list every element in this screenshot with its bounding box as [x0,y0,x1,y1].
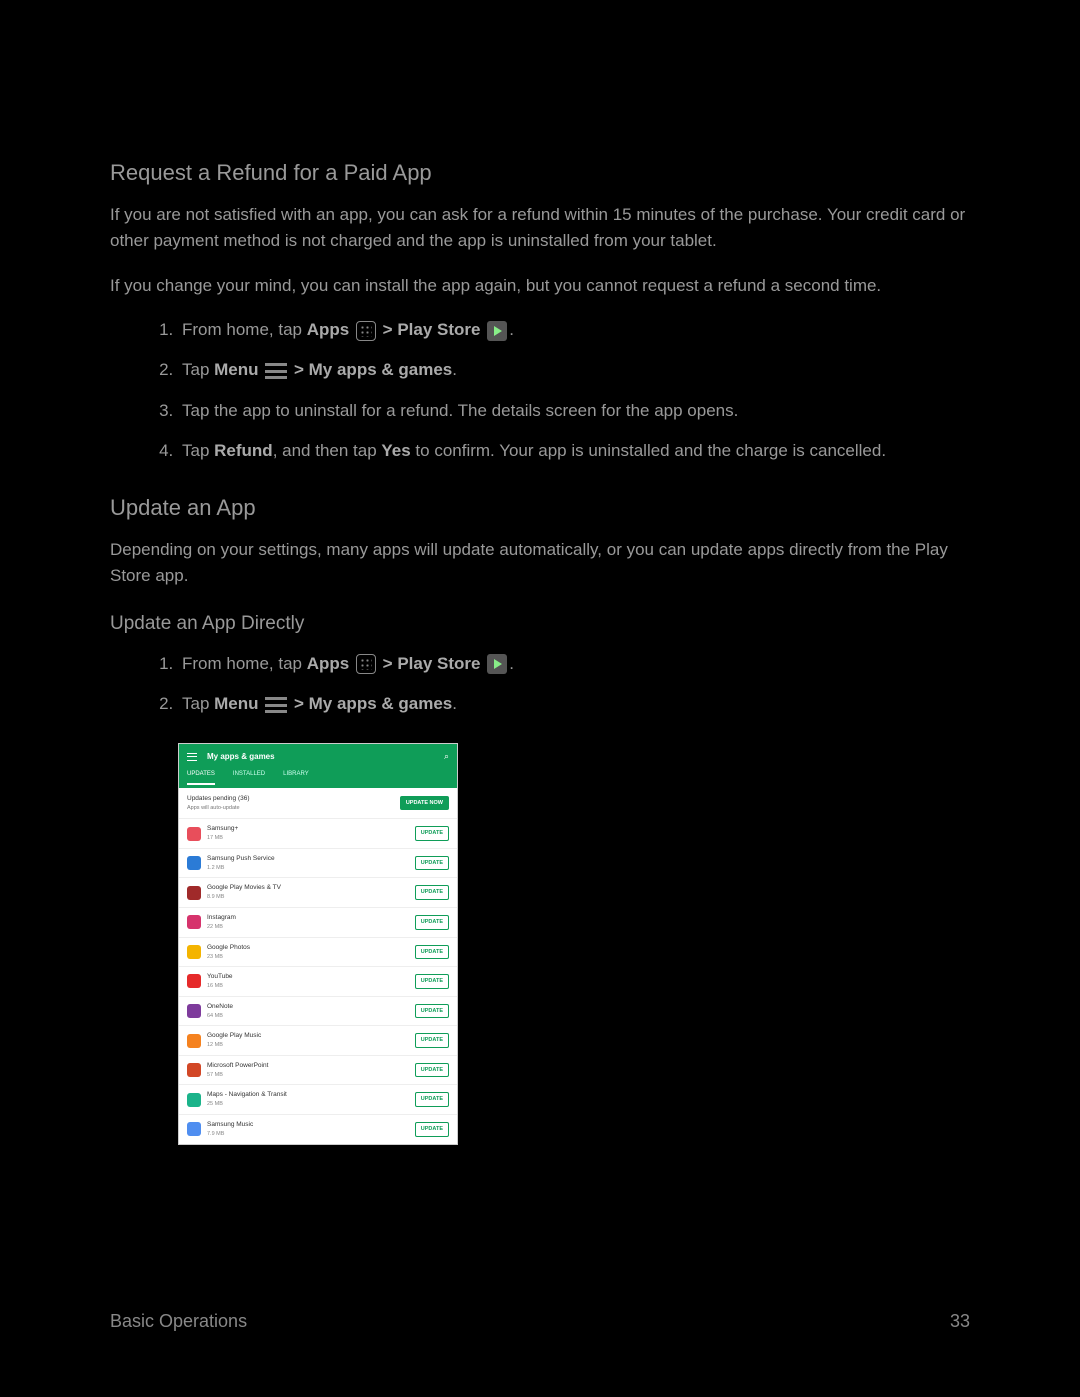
app-row: Google Play Music12 MB UPDATE [179,1025,457,1055]
update-button: UPDATE [415,885,449,900]
update-button: UPDATE [415,945,449,960]
update-p1: Depending on your settings, many apps wi… [110,537,970,590]
app-icon [187,974,201,988]
update-button: UPDATE [415,826,449,841]
update-steps: From home, tap Apps > Play Store . Tap M… [110,651,970,718]
app-row: Samsung Music7.9 MB UPDATE [179,1114,457,1144]
refund-step-3: Tap the app to uninstall for a refund. T… [178,398,970,424]
app-size: 17 MB [207,834,409,843]
update-step-1: From home, tap Apps > Play Store . [178,651,970,677]
page-footer: Basic Operations 33 [110,1311,970,1332]
app-icon [187,915,201,929]
app-name: Instagram [207,913,409,923]
update-button: UPDATE [415,1063,449,1078]
tab-installed: INSTALLED [233,770,265,784]
update-now-button: UPDATE NOW [400,796,449,811]
app-size: 64 MB [207,1012,409,1021]
app-row: Samsung Push Service1.2 MB UPDATE [179,848,457,878]
shot-title: My apps & games [207,751,434,763]
app-list: Samsung+17 MBUPDATESamsung Push Service1… [179,818,457,1143]
tab-updates: UPDATES [187,770,215,784]
app-name: Microsoft PowerPoint [207,1061,409,1071]
update-title: Update an App [110,491,970,525]
app-name: Samsung+ [207,824,409,834]
pending-sub: Apps will auto-update [187,804,250,813]
app-row: Instagram22 MB UPDATE [179,907,457,937]
app-icon [187,856,201,870]
refund-step-4: Tap Refund, and then tap Yes to confirm.… [178,438,970,464]
app-row: Microsoft PowerPoint57 MB UPDATE [179,1055,457,1085]
app-size: 57 MB [207,1071,409,1080]
app-row: Samsung+17 MB UPDATE [179,818,457,848]
play-store-icon [487,321,507,341]
app-name: Samsung Push Service [207,854,409,864]
app-size: 23 MB [207,953,409,962]
app-name: Maps - Navigation & Transit [207,1090,409,1100]
pending-count: Updates pending (36) [187,794,250,804]
app-name: Google Photos [207,943,409,953]
update-step-2: Tap Menu > My apps & games. [178,691,970,717]
update-button: UPDATE [415,1122,449,1137]
app-size: 7.9 MB [207,1130,409,1139]
app-size: 25 MB [207,1100,409,1109]
footer-right: 33 [950,1311,970,1332]
app-size: 16 MB [207,982,409,991]
apps-icon [356,321,376,341]
app-row: Maps - Navigation & Transit25 MB UPDATE [179,1084,457,1114]
app-size: 8.9 MB [207,893,409,902]
app-row: Google Photos23 MB UPDATE [179,937,457,967]
play-store-screenshot: My apps & games ⌕ UPDATES INSTALLED LIBR… [178,743,458,1144]
refund-p2: If you change your mind, you can install… [110,273,970,299]
app-size: 1.2 MB [207,864,409,873]
search-icon: ⌕ [444,750,449,764]
app-icon [187,945,201,959]
app-size: 22 MB [207,923,409,932]
footer-left: Basic Operations [110,1311,247,1332]
app-icon [187,1034,201,1048]
update-sub: Update an App Directly [110,609,970,638]
tab-library: LIBRARY [283,770,309,784]
app-row: Google Play Movies & TV8.9 MB UPDATE [179,877,457,907]
shot-tabs: UPDATES INSTALLED LIBRARY [179,770,457,787]
app-icon [187,1004,201,1018]
app-icon [187,1122,201,1136]
app-icon [187,886,201,900]
menu-icon [265,363,287,379]
hamburger-icon [187,753,197,761]
update-button: UPDATE [415,974,449,989]
app-icon [187,827,201,841]
apps-icon [356,654,376,674]
update-button: UPDATE [415,1004,449,1019]
update-button: UPDATE [415,915,449,930]
refund-step-2: Tap Menu > My apps & games. [178,357,970,383]
update-button: UPDATE [415,1033,449,1048]
app-size: 12 MB [207,1041,409,1050]
app-icon [187,1063,201,1077]
shot-header: My apps & games ⌕ [179,744,457,770]
app-name: YouTube [207,972,409,982]
app-name: Google Play Movies & TV [207,883,409,893]
app-name: Samsung Music [207,1120,409,1130]
app-icon [187,1093,201,1107]
refund-step-1: From home, tap Apps > Play Store . [178,317,970,343]
play-store-icon [487,654,507,674]
update-button: UPDATE [415,856,449,871]
app-name: OneNote [207,1002,409,1012]
refund-p1: If you are not satisfied with an app, yo… [110,202,970,255]
refund-steps: From home, tap Apps > Play Store . Tap M… [110,317,970,464]
app-row: YouTube16 MB UPDATE [179,966,457,996]
refund-title: Request a Refund for a Paid App [110,156,970,190]
app-name: Google Play Music [207,1031,409,1041]
update-button: UPDATE [415,1092,449,1107]
menu-icon [265,697,287,713]
pending-row: Updates pending (36) Apps will auto-upda… [179,788,457,819]
app-row: OneNote64 MB UPDATE [179,996,457,1026]
